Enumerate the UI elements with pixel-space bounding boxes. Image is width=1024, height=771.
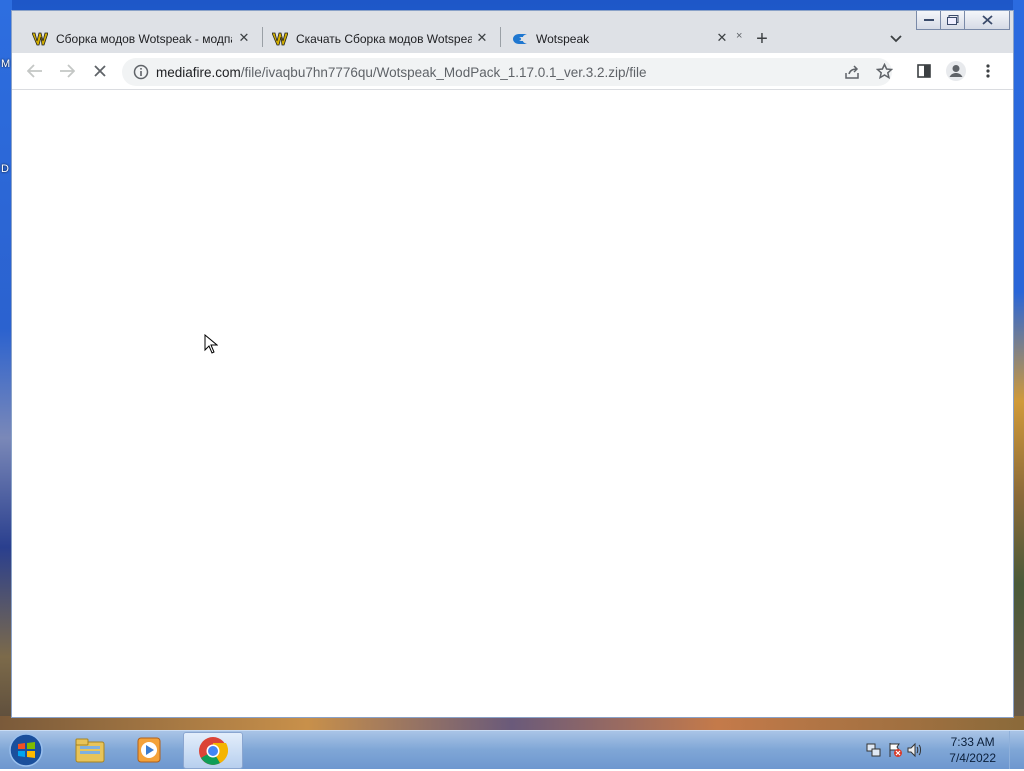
back-arrow-icon[interactable] — [24, 60, 46, 82]
forward-arrow-icon[interactable] — [56, 60, 78, 82]
show-desktop-button[interactable] — [1009, 731, 1024, 769]
browser-window: Сборка модов Wotspeak - модпак ✕ Скачать… — [12, 11, 1013, 717]
tab-title: Сборка модов Wotspeak - модпак — [56, 31, 232, 46]
clock-date: 7/4/2022 — [949, 751, 996, 765]
tab-overflow-icon: × — [736, 30, 743, 42]
wallpaper-left-edge — [0, 0, 12, 730]
chevron-down-icon[interactable] — [884, 27, 908, 51]
site-info-icon[interactable] — [133, 64, 149, 83]
wallpaper-bottom-edge — [0, 716, 1024, 730]
network-icon[interactable] — [866, 742, 882, 761]
tab-close-icon[interactable]: ✕ — [714, 30, 730, 46]
tab-sborka-modov[interactable]: Сборка модов Wotspeak - модпак ✕ — [22, 24, 260, 53]
mediafire-icon — [512, 31, 528, 47]
side-panel-icon[interactable] — [913, 60, 935, 82]
url-text[interactable]: mediafire.com/file/ivaqbu7hn7776qu/Wotsp… — [156, 65, 647, 80]
tab-close-icon[interactable]: ✕ — [474, 30, 490, 46]
tab-wotspeak-mediafire[interactable]: Wotspeak ✕ — [502, 24, 738, 53]
stop-loading-icon[interactable] — [89, 60, 111, 82]
wotspeak-w-icon — [32, 31, 48, 47]
clock[interactable]: 7:33 AM 7/4/2022 — [949, 734, 996, 766]
new-tab-button[interactable]: + — [750, 27, 774, 51]
minimize-button[interactable] — [916, 11, 942, 30]
start-button[interactable] — [6, 732, 46, 768]
bookmark-star-icon[interactable] — [875, 62, 894, 83]
windows-explorer-icon[interactable] — [62, 732, 118, 767]
tab-skachat-sborka[interactable]: Скачать Сборка модов Wotspeak ✕ — [262, 24, 498, 53]
desktop-icon-label[interactable]: M — [1, 58, 10, 70]
address-bar[interactable]: mediafire.com/file/ivaqbu7hn7776qu/Wotsp… — [122, 58, 894, 86]
wallpaper-right-edge — [1013, 0, 1024, 730]
page-content — [12, 90, 1013, 717]
close-window-button[interactable] — [964, 11, 1010, 30]
tab-title: Скачать Сборка модов Wotspeak — [296, 31, 472, 46]
restore-button[interactable] — [940, 11, 966, 30]
mouse-cursor-icon — [204, 333, 219, 357]
action-center-flag-icon[interactable] — [887, 742, 903, 761]
share-icon[interactable] — [844, 64, 860, 83]
tab-strip: Сборка модов Wotspeak - модпак ✕ Скачать… — [12, 11, 1013, 53]
more-menu-icon[interactable] — [977, 60, 999, 82]
tab-title: Wotspeak — [536, 31, 590, 46]
desktop-icon-label[interactable]: D — [1, 163, 9, 175]
taskbar: 7:33 AM 7/4/2022 — [0, 730, 1024, 769]
url-path: /file/ivaqbu7hn7776qu/Wotspeak_ModPack_1… — [240, 65, 647, 80]
tab-close-icon[interactable]: ✕ — [236, 30, 252, 46]
wotspeak-w-icon — [272, 31, 288, 47]
media-player-icon[interactable] — [122, 732, 178, 767]
clock-time: 7:33 AM — [950, 735, 995, 749]
tab-separator — [500, 27, 501, 47]
url-host: mediafire.com — [156, 65, 241, 80]
profile-avatar-icon[interactable] — [945, 60, 967, 82]
chrome-icon[interactable] — [183, 732, 243, 769]
volume-icon[interactable] — [906, 742, 924, 761]
system-tray: 7:33 AM 7/4/2022 — [854, 731, 1024, 769]
browser-toolbar: mediafire.com/file/ivaqbu7hn7776qu/Wotsp… — [12, 53, 1013, 90]
